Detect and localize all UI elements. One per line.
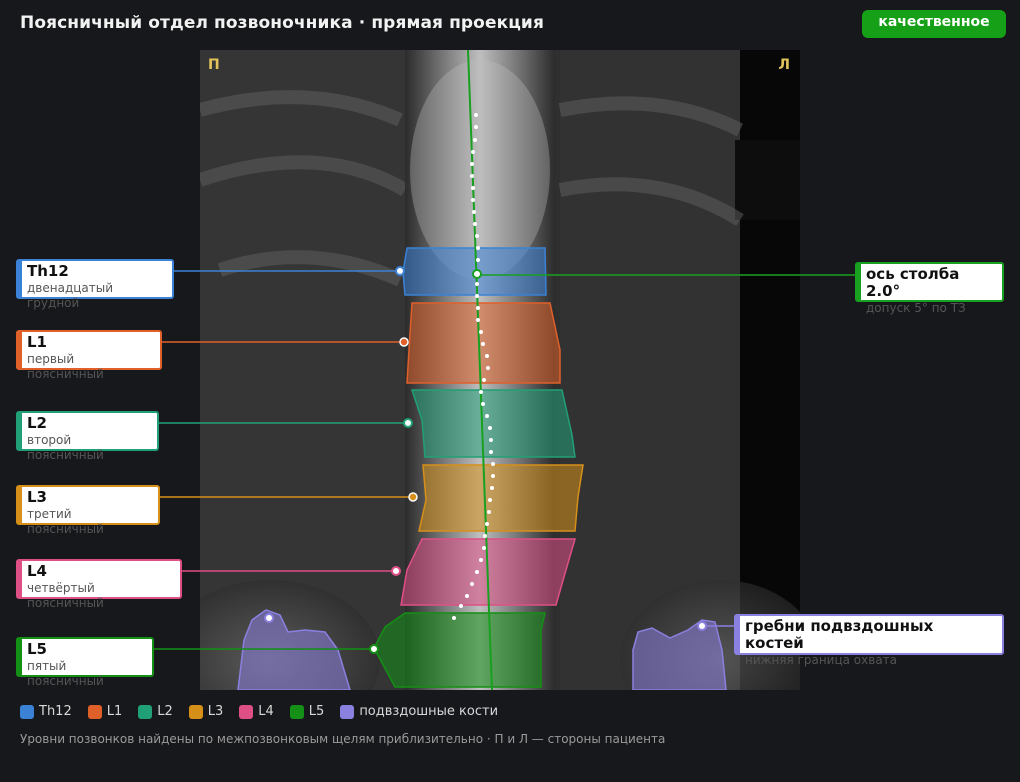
axis-angle-label[interactable]: ось столба 2.0° допуск 5° по ТЗ <box>855 262 1004 315</box>
iliac-crest-description: нижняя граница охвата <box>745 653 898 667</box>
legend-label: L2 <box>157 704 173 719</box>
page-title: Поясничный отдел позвоночника · прямая п… <box>20 13 544 33</box>
vertebra-name: L5 <box>27 640 47 658</box>
legend-swatch <box>340 704 355 719</box>
legend-label: L4 <box>258 704 274 719</box>
legend-label: L5 <box>308 704 325 719</box>
vertebra-description: четвёртый поясничный <box>27 581 104 610</box>
legend-swatch <box>239 704 254 719</box>
legend-item-l5: L5 <box>289 704 325 719</box>
iliac-crest-label[interactable]: гребни подвздошных костей нижняя граница… <box>734 614 1004 667</box>
vertebra-name: L1 <box>27 333 47 351</box>
xray-image[interactable]: П Л <box>200 50 800 690</box>
legend-item-l1: L1 <box>87 704 123 719</box>
quality-badge: качественное <box>862 10 1006 38</box>
legend-item-th12: Th12 <box>20 704 72 719</box>
legend-label: подвздошные кости <box>359 704 499 719</box>
vertebra-name: L4 <box>27 562 47 580</box>
vertebra-label-l5[interactable]: L5 пятый поясничный <box>16 637 154 688</box>
vertebra-label-l4[interactable]: L4 четвёртый поясничный <box>16 559 182 610</box>
vertebra-description: второй поясничный <box>27 433 104 462</box>
vertebra-description: первый поясничный <box>27 352 104 381</box>
axis-tolerance: допуск 5° по ТЗ <box>866 301 966 315</box>
legend-item-iliac: подвздошные кости <box>340 704 498 719</box>
legend-item-l4: L4 <box>239 704 274 719</box>
vertebra-label-th12[interactable]: Th12 двенадцатый грудной <box>16 259 174 310</box>
vertebra-description: пятый поясничный <box>27 659 104 688</box>
xray-drawing <box>200 50 800 690</box>
legend-label: Th12 <box>39 704 72 719</box>
vertebra-name: L3 <box>27 488 47 506</box>
vertebra-name: Th12 <box>27 262 69 280</box>
legend-item-l2: L2 <box>138 704 173 719</box>
legend-label: L3 <box>207 704 224 719</box>
vertebra-description: третий поясничный <box>27 507 104 536</box>
axis-angle-value: ось столба 2.0° <box>866 265 960 300</box>
vertebra-description: двенадцатый грудной <box>27 281 114 310</box>
legend: Th12 L1 L2 L3 L4 L5 подвздошные кости <box>20 704 498 719</box>
side-marker-left: Л <box>778 57 790 73</box>
legend-label: L1 <box>106 704 123 719</box>
legend-swatch <box>289 704 304 719</box>
legend-swatch <box>138 704 153 719</box>
legend-item-l3: L3 <box>188 704 224 719</box>
footnote: Уровни позвонков найдены по межпозвонков… <box>20 732 666 746</box>
vertebra-name: L2 <box>27 414 47 432</box>
iliac-crest-title: гребни подвздошных костей <box>745 617 934 652</box>
vertebra-label-l2[interactable]: L2 второй поясничный <box>16 411 159 462</box>
side-marker-right: П <box>208 57 220 73</box>
legend-swatch <box>87 704 102 719</box>
vertebra-label-l1[interactable]: L1 первый поясничный <box>16 330 162 381</box>
legend-swatch <box>188 704 203 719</box>
vertebra-label-l3[interactable]: L3 третий поясничный <box>16 485 160 536</box>
legend-swatch <box>20 704 34 719</box>
